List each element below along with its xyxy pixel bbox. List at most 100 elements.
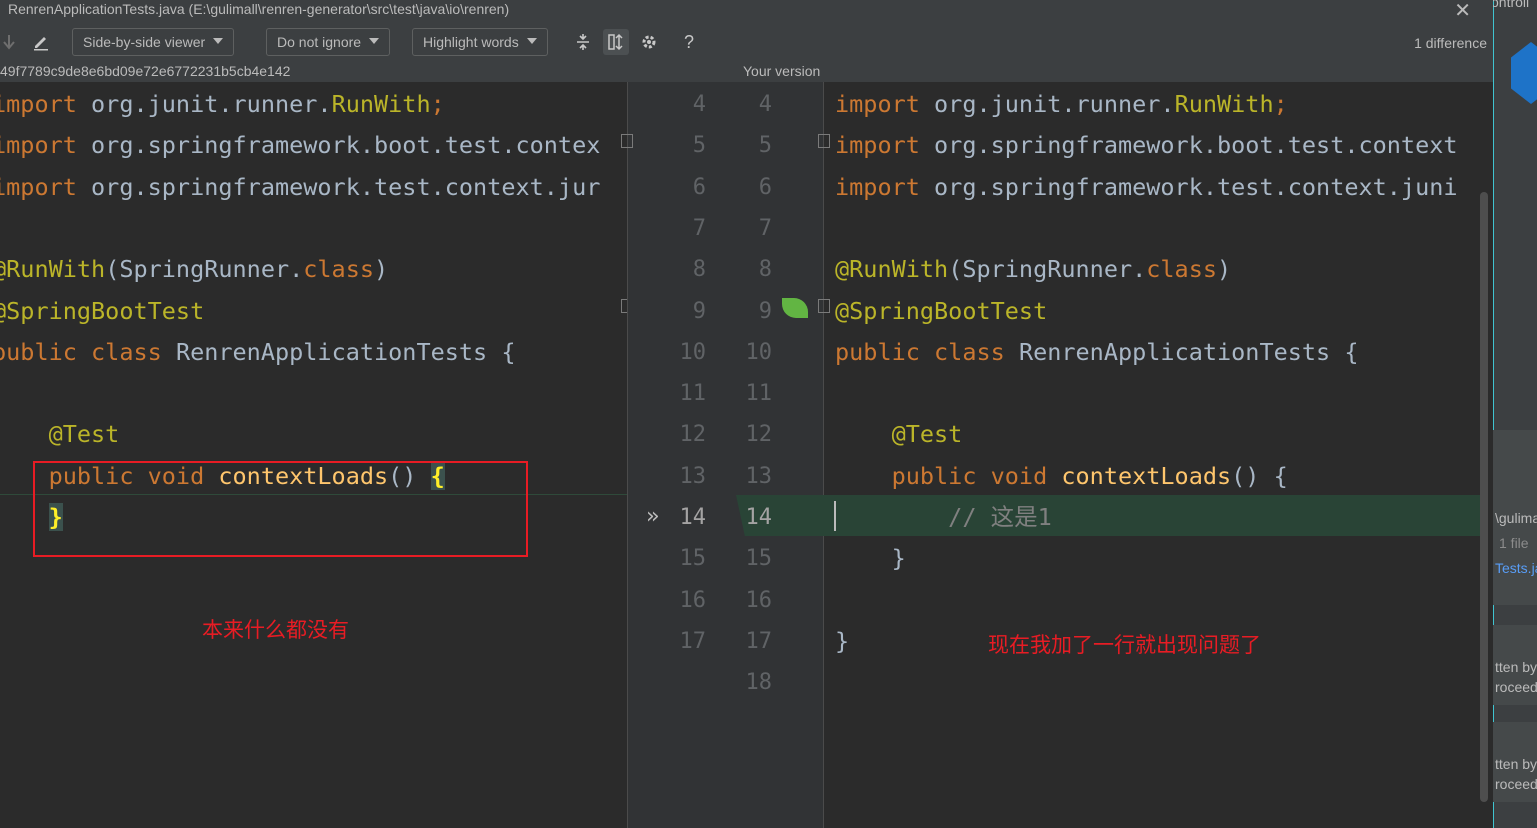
line-number: 10 [745,339,773,365]
code-token: ; [1273,90,1288,118]
code-line[interactable]: import org.junit.runner.RunWith; [835,84,1288,125]
chevron-down-icon [369,38,380,45]
edit-source-icon[interactable] [30,31,52,53]
highlight-mode-dropdown[interactable]: Highlight words [412,28,548,56]
diff-toolbar: Side-by-side viewer Do not ignore Highli… [0,22,1493,62]
line-number: 4 [758,92,772,117]
line-number: 13 [679,463,707,489]
right-annotation-text: 现在我加了一行就出现问题了 [988,633,1261,657]
code-token: RunWith [331,90,431,118]
code-token: () { [1231,461,1288,490]
code-token: import [0,131,77,160]
code-token: org.springframework.boot.test.context [919,131,1458,160]
app-logo-icon [1511,42,1537,104]
code-line[interactable]: import org.springframework.test.context.… [835,167,1458,208]
code-token: org.springframework.test.context.jur [76,172,601,201]
code-token: RenrenApplicationTests { [175,337,516,366]
next-difference-icon[interactable] [0,31,20,53]
code-line[interactable]: import org.springframework.boot.test.con… [835,125,1458,166]
fold-marker-icon[interactable] [621,134,633,148]
code-token: @SpringBootTest [0,296,205,325]
code-token: // 这是1 [835,503,1052,531]
sync-scroll-icon[interactable] [603,29,629,55]
code-token: ) [374,255,389,284]
code-token: @RunWith [0,255,106,284]
left-code-pane[interactable]: import org.junit.runner.RunWith; import o… [0,82,627,828]
code-token: import [835,90,920,118]
code-line[interactable]: public void contextLoads() { [835,456,1288,497]
file-count-text: 1 file [1499,535,1529,551]
line-number-gutter: » 4 5 6 7 8 9 10 11 12 13 14 15 16 17 4 5 6 7 8 9 10 11 12 13 14… [621,82,830,828]
whitespace-ignore-dropdown[interactable]: Do not ignore [266,28,391,56]
line-number: 8 [692,257,706,283]
code-line[interactable]: import org.springframework.test.context.… [0,167,600,208]
line-number: 11 [679,381,707,407]
code-token: public class [0,337,176,366]
code-token: RenrenApplicationTests { [1018,337,1359,366]
code-line[interactable]: @RunWith(SpringRunner.class) [835,249,1231,290]
code-line[interactable]: } [835,621,849,662]
annotation-red-box [33,461,528,557]
spring-leaf-icon[interactable] [782,298,808,318]
code-line[interactable]: public class RenrenApplicationTests { [0,332,516,373]
viewer-mode-dropdown[interactable]: Side-by-side viewer [72,28,235,56]
viewer-mode-label: Side-by-side viewer [83,34,206,50]
code-token: @RunWith [835,255,949,284]
code-line[interactable]: @Test [835,414,963,455]
code-token: org.springframework.boot.test.contex [76,131,601,160]
code-line[interactable]: // 这是1 [835,497,1052,538]
line-number: 15 [679,546,707,572]
line-number: 16 [745,587,773,613]
line-number: 9 [692,298,706,324]
code-line[interactable]: @RunWith(SpringRunner.class) [0,249,388,290]
notification-text: tten by [1495,659,1537,675]
difference-count: 1 difference [1414,35,1487,51]
window-title: RenrenApplicationTests.java (E:\gulimall… [8,1,510,17]
code-token: @Test [0,420,120,449]
left-revision-hash: 49f7789c9de8e6bd09e72e6772231b5cb4e142 [0,63,291,79]
code-line[interactable]: @SpringBootTest [0,291,204,332]
code-line[interactable]: public class RenrenApplicationTests { [835,332,1359,373]
whitespace-ignore-label: Do not ignore [277,34,362,50]
code-token: import [835,131,920,160]
code-line[interactable]: @Test [0,414,120,455]
code-token: @SpringBootTest [835,296,1048,325]
code-token: org.junit.runner. [76,90,332,118]
right-code-pane[interactable]: import org.junit.runner.RunWith; import o… [824,82,1480,828]
code-line[interactable]: } [835,538,906,579]
code-token: public void [835,461,1062,490]
code-line[interactable]: import org.springframework.boot.test.con… [0,125,600,166]
highlight-mode-label: Highlight words [423,34,519,50]
line-number: 7 [758,215,772,241]
code-line[interactable]: import org.junit.runner.RunWith; [0,84,445,125]
line-number: 5 [758,133,772,159]
close-icon[interactable]: ✕ [1454,0,1471,23]
line-number: 4 [692,92,706,117]
vertical-scrollbar[interactable] [1480,192,1488,802]
line-number: 14 [745,505,773,530]
line-number: 17 [745,628,773,654]
collapse-unchanged-icon[interactable] [572,31,594,53]
code-token: public class [835,337,1019,366]
code-token: @Test [835,420,963,449]
settings-gear-icon[interactable] [638,31,660,53]
line-number: 7 [692,215,706,241]
line-number: 14 [679,505,707,530]
diff-editor: import org.junit.runner.RunWith; import o… [0,82,1493,828]
apply-change-icon[interactable]: » [646,504,659,529]
code-token: import [0,90,77,118]
code-token: } [835,544,906,573]
line-number: 10 [679,339,707,365]
code-token: ) [1217,255,1232,284]
line-number: 17 [679,628,707,654]
diff-infobar: 49f7789c9de8e6bd09e72e6772231b5cb4e142 Y… [0,62,1493,82]
code-line[interactable]: @SpringBootTest [835,291,1047,332]
code-token: RunWith [1174,90,1274,118]
file-name-link[interactable]: Tests.ja [1495,560,1537,576]
window-titlebar: RenrenApplicationTests.java (E:\gulimall… [0,0,1493,22]
help-icon[interactable]: ? [678,31,700,53]
line-number: 13 [745,463,773,489]
line-number: 6 [692,174,706,200]
line-number: 12 [745,422,773,448]
line-number: 5 [692,133,706,159]
